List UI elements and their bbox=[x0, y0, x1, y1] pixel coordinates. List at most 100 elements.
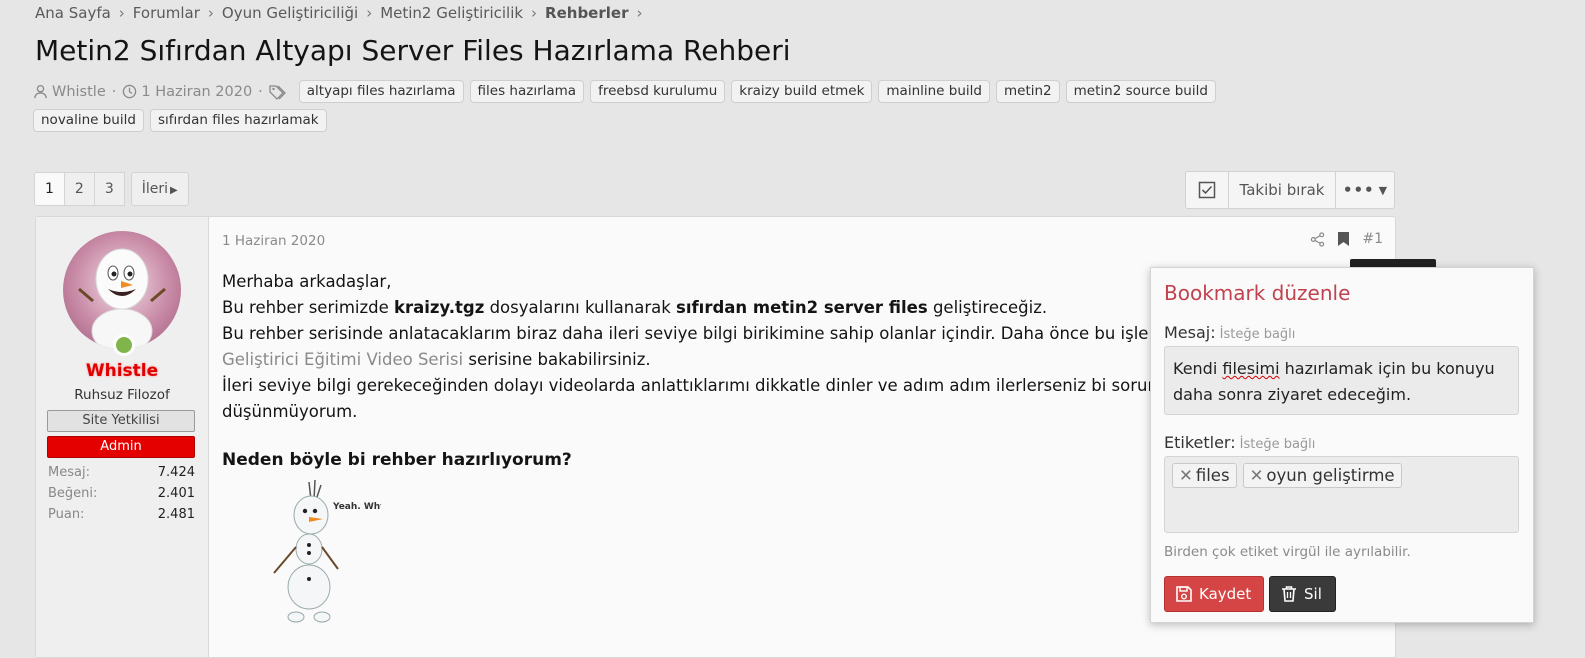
body-text: Bu rehber serimizde bbox=[222, 298, 395, 317]
breadcrumb-guides[interactable]: Rehberler bbox=[545, 4, 628, 22]
tag-chip: ✕ oyun geliştirme bbox=[1242, 463, 1402, 488]
breadcrumb-metin2-dev[interactable]: Metin2 Geliştiricilik bbox=[380, 4, 523, 22]
post-username[interactable]: Whistle bbox=[36, 361, 208, 381]
page-1-link[interactable]: 1 bbox=[34, 172, 65, 206]
stat-label: Puan: bbox=[48, 507, 85, 522]
breadcrumb-home[interactable]: Ana Sayfa bbox=[35, 4, 111, 22]
body-line: İleri seviye bilgi gerekeceğinden dolayı… bbox=[222, 376, 1173, 395]
tag-item[interactable]: metin2 source build bbox=[1065, 80, 1216, 103]
select-toggle-button[interactable] bbox=[1186, 172, 1228, 208]
body-line: Geliştirici Eğitimi Video Serisi serisin… bbox=[222, 347, 1222, 373]
page-2-link[interactable]: 2 bbox=[64, 172, 95, 206]
snowman-image[interactable]: Yeah. Why? bbox=[251, 477, 391, 627]
page-3-link[interactable]: 3 bbox=[94, 172, 125, 206]
section-heading: Neden böyle bi rehber hazırlıyorum? bbox=[222, 450, 572, 470]
more-dots-icon: ••• bbox=[1342, 181, 1375, 199]
image-caption: Yeah. Why? bbox=[332, 502, 381, 512]
chevron-right-icon: › bbox=[366, 4, 373, 22]
body-line: düşünmüyorum. bbox=[222, 402, 358, 421]
save-button[interactable]: Kaydet bbox=[1164, 576, 1264, 612]
post-number[interactable]: #1 bbox=[1362, 231, 1383, 247]
post-user-column: Whistle Ruhsuz Filozof Site Yetkilisi Ad… bbox=[36, 217, 209, 657]
pagination: 1 2 3 İleri ▶ bbox=[34, 172, 189, 206]
tag-item[interactable]: freebsd kurulumu bbox=[590, 80, 726, 103]
more-options-button[interactable]: ••• ▼ bbox=[1335, 172, 1394, 208]
optional-hint: İsteğe bağlı bbox=[1219, 327, 1296, 342]
tags-icon-wrap bbox=[269, 84, 293, 100]
tag-item[interactable]: files hazırlama bbox=[469, 80, 585, 103]
body-bold: sıfırdan metin2 server files bbox=[676, 298, 928, 317]
thread-actions: Takibi bırak ••• ▼ bbox=[1185, 171, 1395, 209]
body-line: Bu rehber serimizde kraizy.tgz dosyaları… bbox=[222, 295, 1222, 321]
chevron-right-icon: › bbox=[118, 4, 125, 22]
clock-icon bbox=[123, 84, 137, 99]
chevron-right-icon: › bbox=[207, 4, 214, 22]
chevron-right-icon: › bbox=[531, 4, 538, 22]
breadcrumb-game-dev[interactable]: Oyun Geliştiriciliği bbox=[222, 4, 358, 22]
body-line: Merhaba arkadaşlar, bbox=[222, 272, 392, 291]
body-bold: kraizy.tgz bbox=[394, 298, 485, 317]
stat-label: Mesaj: bbox=[48, 465, 90, 480]
share-icon[interactable] bbox=[1310, 231, 1325, 247]
avatar[interactable] bbox=[63, 231, 181, 349]
snowman-avatar-image bbox=[78, 248, 166, 349]
meta-separator: · bbox=[111, 83, 117, 100]
thread-author[interactable]: Whistle bbox=[33, 84, 106, 100]
user-icon bbox=[34, 84, 47, 99]
thread-date-text: 1 Haziran 2020 bbox=[141, 83, 253, 100]
trash-icon bbox=[1282, 586, 1296, 602]
tag-chip: ✕ files bbox=[1172, 463, 1237, 488]
tag-chip-label: oyun geliştirme bbox=[1266, 466, 1395, 485]
save-button-label: Kaydet bbox=[1199, 585, 1252, 603]
bookmark-message-textarea[interactable]: Kendi filesimi hazırlamak için bu konuyu… bbox=[1164, 346, 1519, 415]
tags-icon bbox=[269, 84, 286, 100]
stat-value[interactable]: 2.401 bbox=[158, 486, 195, 507]
bookmark-icon[interactable] bbox=[1337, 231, 1350, 247]
chevron-right-icon: › bbox=[636, 4, 643, 22]
post-date[interactable]: 1 Haziran 2020 bbox=[222, 233, 325, 249]
tag-item[interactable]: mainline build bbox=[878, 80, 990, 103]
admin-banner: Admin bbox=[47, 436, 195, 458]
delete-button[interactable]: Sil bbox=[1269, 576, 1336, 612]
next-page-button[interactable]: İleri ▶ bbox=[130, 172, 189, 206]
message-label: Mesaj: İsteğe bağlı bbox=[1164, 323, 1295, 342]
stat-messages: Mesaj: 7.424 bbox=[48, 465, 195, 486]
body-line: Bu rehber serisinde anlatacaklarım biraz… bbox=[222, 324, 1170, 343]
stat-value[interactable]: 7.424 bbox=[158, 465, 195, 486]
tag-item[interactable]: kraizy build etmek bbox=[731, 80, 873, 103]
tag-chip-label: files bbox=[1195, 466, 1230, 485]
video-series-link[interactable]: Geliştirici Eğitimi Video Serisi bbox=[222, 350, 463, 369]
tags-label: Etiketler: İsteğe bağlı bbox=[1164, 433, 1315, 452]
bookmark-edit-popup: Bookmark düzenle Mesaj: İsteğe bağlı Kend… bbox=[1150, 267, 1534, 623]
message-text: Kendi bbox=[1173, 359, 1223, 378]
online-status-indicator bbox=[113, 334, 135, 356]
tag-item[interactable]: altyapı files hazırlama bbox=[298, 80, 464, 103]
tag-item[interactable]: sıfırdan files hazırlamak bbox=[149, 109, 327, 132]
thread-date[interactable]: 1 Haziran 2020 bbox=[122, 84, 252, 100]
tag-item[interactable]: novaline build bbox=[33, 109, 144, 132]
thread-author-name[interactable]: Whistle bbox=[52, 84, 106, 100]
thread-meta: Whistle · 1 Haziran 2020 · altyapı files… bbox=[33, 80, 1293, 132]
remove-tag-icon[interactable]: ✕ bbox=[1250, 466, 1264, 485]
misspelled-word: filesimi bbox=[1222, 359, 1280, 378]
meta-separator: · bbox=[258, 83, 263, 100]
post-body: Merhaba arkadaşlar, Bu rehber serimizde … bbox=[222, 269, 1222, 425]
post-tools: #1 bbox=[1310, 231, 1383, 247]
user-title: Ruhsuz Filozof bbox=[74, 387, 170, 403]
tag-item[interactable]: metin2 bbox=[995, 80, 1060, 103]
caret-right-icon: ▶ bbox=[170, 185, 178, 196]
breadcrumb-forums[interactable]: Forumlar bbox=[133, 4, 200, 22]
unfollow-button[interactable]: Takibi bırak bbox=[1228, 172, 1335, 208]
stat-points: Puan: 2.481 bbox=[48, 507, 195, 528]
body-text: serisine bakabilirsiniz. bbox=[463, 350, 651, 369]
tags-hint: Birden çok etiket virgül ile ayrılabilir… bbox=[1164, 544, 1411, 560]
bookmark-tags-input[interactable]: ✕ files ✕ oyun geliştirme bbox=[1164, 456, 1519, 533]
breadcrumb: Ana Sayfa › Forumlar › Oyun Geliştiriciliğ… bbox=[35, 4, 650, 22]
optional-hint: İsteğe bağlı bbox=[1239, 437, 1316, 452]
label-text: Mesaj: bbox=[1164, 323, 1216, 342]
staff-banner: Site Yetkilisi bbox=[47, 410, 195, 432]
stat-value[interactable]: 2.481 bbox=[158, 507, 195, 528]
remove-tag-icon[interactable]: ✕ bbox=[1179, 466, 1193, 485]
body-text: dosyalarını kullanarak bbox=[484, 298, 677, 317]
save-icon bbox=[1176, 586, 1192, 602]
